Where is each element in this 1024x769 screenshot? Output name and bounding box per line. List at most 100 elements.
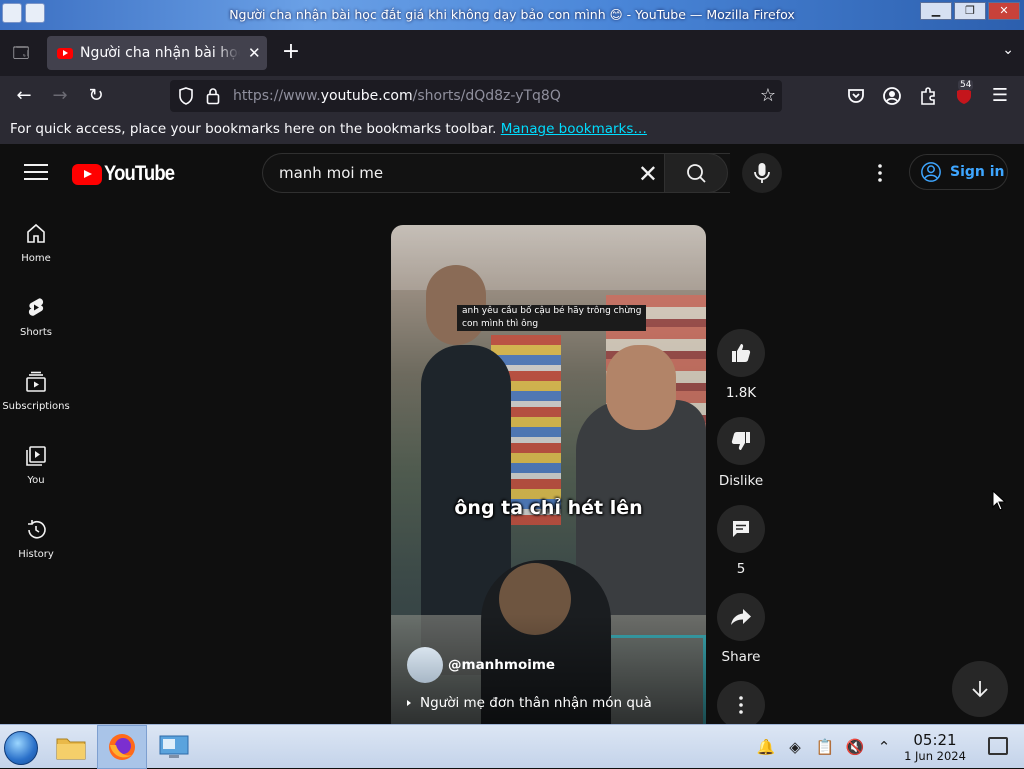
dislike-label: Dislike <box>718 473 764 489</box>
taskbar-remote-desktop[interactable] <box>149 725 199 769</box>
taskbar-firefox[interactable] <box>97 725 147 769</box>
extensions-puzzle-icon[interactable] <box>916 84 940 108</box>
arrow-down-icon <box>972 681 988 698</box>
app-menu-hamburger-icon[interactable]: ☰ <box>986 82 1014 110</box>
comment-count: 5 <box>736 561 746 577</box>
sidebar-item-label: History <box>18 549 54 560</box>
network-icon[interactable]: ◈ <box>785 737 805 757</box>
window-title: Người cha nhận bài học đắt giá khi không… <box>229 7 795 22</box>
minimize-button[interactable]: ▁ <box>920 2 952 20</box>
show-desktop-icon[interactable] <box>988 737 1008 755</box>
window-controls: ▁ ❐ ✕ <box>920 2 1020 20</box>
sidebar-item-history[interactable]: History <box>0 510 72 584</box>
sidebar-item-label: Subscriptions <box>2 401 70 412</box>
tab-bar: 🗔 Người cha nhận bài học đắt giá khi khô… <box>0 30 1024 76</box>
video-subtitle: ông ta chỉ hét lên <box>454 497 643 519</box>
back-arrow-icon[interactable]: ← <box>10 82 38 110</box>
youtube-logo[interactable]: YouTube <box>72 162 184 186</box>
youtube-favicon-icon <box>57 47 73 59</box>
dislike-button[interactable] <box>717 417 765 465</box>
bookmark-star-icon[interactable]: ☆ <box>760 85 776 106</box>
microphone-icon <box>754 163 770 183</box>
short-title-text: Người mẹ đơn thân nhận món quà <box>420 695 652 711</box>
sidebar-item-shorts[interactable]: Shorts <box>0 288 72 362</box>
tracking-protection-shield-icon[interactable] <box>178 87 194 105</box>
settings-kebab-icon[interactable] <box>868 161 892 185</box>
close-window-button[interactable]: ✕ <box>988 2 1020 20</box>
sidebar-item-you[interactable]: You <box>0 436 72 510</box>
share-arrow-icon <box>731 609 751 625</box>
clock-time: 05:21 <box>913 731 957 749</box>
list-all-tabs-chevron-icon[interactable]: ⌄ <box>1002 42 1014 58</box>
mouse-cursor-icon <box>992 490 1006 511</box>
url-bar[interactable]: https://www.youtube.com/shorts/dQd8z-yTq… <box>170 80 782 112</box>
next-video-button[interactable] <box>952 661 1008 717</box>
url-text[interactable]: https://www.youtube.com/shorts/dQd8z-yTq… <box>233 88 561 104</box>
account-circle-icon <box>921 162 941 182</box>
short-title[interactable]: Người mẹ đơn thân nhận món quà <box>407 695 652 711</box>
voice-search-button[interactable] <box>742 153 782 193</box>
notifications-bell-icon[interactable]: 🔔 <box>756 737 776 757</box>
dislike-action[interactable]: Dislike <box>716 417 766 489</box>
tab-label: Người cha nhận bài học đắt giá khi không… <box>80 45 240 61</box>
like-action[interactable]: 1.8K <box>716 329 766 401</box>
bookmarks-message: For quick access, place your bookmarks h… <box>10 121 497 137</box>
share-button[interactable] <box>717 593 765 641</box>
search-input[interactable]: manh moi me <box>279 164 383 182</box>
monitor-icon <box>159 735 189 758</box>
search-box[interactable]: manh moi me ✕ <box>262 153 730 193</box>
search-icon <box>687 164 706 183</box>
video-caption-line1: anh yêu cầu bố cậu bé hãy trông chừng <box>460 305 644 318</box>
bookmarks-toolbar: For quick access, place your bookmarks h… <box>0 116 1024 144</box>
folder-icon <box>56 738 86 760</box>
tray-expand-chevron-icon[interactable]: ⌃ <box>874 737 894 757</box>
search-button[interactable] <box>664 153 728 193</box>
lock-icon[interactable] <box>206 87 220 105</box>
sidebar-item-subscriptions[interactable]: Subscriptions <box>0 362 72 436</box>
navigation-toolbar: ← → ↻ https://www.youtube.com/shorts/dQd… <box>0 76 1024 116</box>
reload-icon[interactable]: ↻ <box>82 82 110 110</box>
maximize-button[interactable]: ❐ <box>954 2 986 20</box>
like-button[interactable] <box>717 329 765 377</box>
you-icon <box>26 446 46 466</box>
volume-muted-icon[interactable]: 🔇 <box>845 737 865 757</box>
new-tab-button[interactable]: + <box>278 39 304 67</box>
clear-search-icon[interactable]: ✕ <box>638 160 658 188</box>
account-icon[interactable] <box>880 84 904 108</box>
firefox-view-icon[interactable]: 🗔 <box>7 39 35 67</box>
history-icon <box>28 520 46 539</box>
channel-avatar[interactable] <box>407 647 443 683</box>
share-action[interactable]: Share <box>716 593 766 665</box>
taskbar-file-manager[interactable] <box>46 725 96 769</box>
extension-badge: 54 <box>958 80 974 90</box>
sign-in-button[interactable]: Sign in <box>909 154 1008 190</box>
share-label: Share <box>721 649 761 665</box>
shorts-video-player[interactable]: anh yêu cầu bố cậu bé hãy trông chừng co… <box>391 225 706 724</box>
tab-close-icon[interactable]: ✕ <box>248 44 261 62</box>
manage-bookmarks-link[interactable]: Manage bookmarks… <box>501 121 647 137</box>
subscriptions-icon <box>26 371 46 392</box>
start-button-icon[interactable] <box>4 731 38 765</box>
comment-icon <box>733 521 749 537</box>
play-triangle-icon <box>407 700 411 706</box>
clipboard-icon[interactable]: 📋 <box>815 737 835 757</box>
pocket-icon[interactable] <box>844 84 868 108</box>
channel-name[interactable]: @manhmoime <box>448 657 555 673</box>
taskbar-clock[interactable]: 05:21 1 Jun 2024 <box>895 731 975 763</box>
comments-action[interactable]: 5 <box>716 505 766 577</box>
sign-in-label: Sign in <box>950 164 1005 180</box>
more-kebab-icon <box>739 696 743 714</box>
tab-youtube[interactable]: Người cha nhận bài học đắt giá khi không… <box>47 36 267 70</box>
more-options-button[interactable] <box>717 681 765 729</box>
mini-guide-sidebar: Home Shorts Subscriptions You History <box>0 214 72 584</box>
forward-arrow-icon[interactable]: → <box>46 82 74 110</box>
window-titlebar: Người cha nhận bài học đắt giá khi không… <box>0 0 1024 30</box>
video-caption-line2: con mình thì ông <box>460 318 541 331</box>
youtube-page: YouTube manh moi me ✕ Sign in Home Short… <box>0 144 1024 729</box>
comments-button[interactable] <box>717 505 765 553</box>
like-count: 1.8K <box>725 385 757 401</box>
clock-date: 1 Jun 2024 <box>904 749 966 763</box>
channel-info[interactable]: @manhmoime <box>407 647 555 683</box>
guide-menu-hamburger-icon[interactable] <box>24 164 48 182</box>
sidebar-item-home[interactable]: Home <box>0 214 72 288</box>
